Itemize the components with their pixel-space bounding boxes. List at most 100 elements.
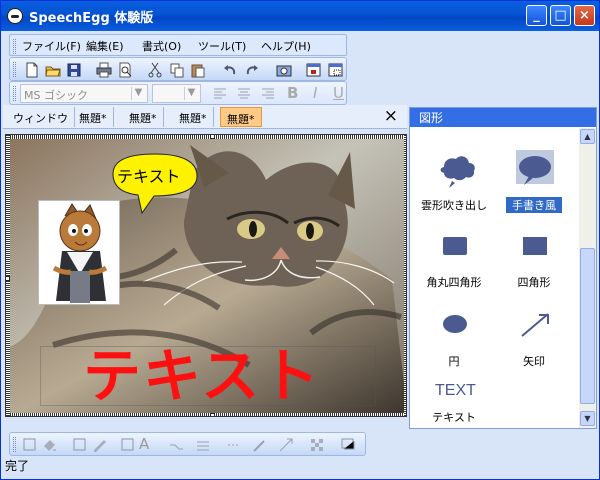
- format-toolbar-grip[interactable]: [13, 86, 16, 101]
- print-preview-icon[interactable]: [117, 62, 133, 78]
- shape-handwritten-balloon[interactable]: 手書き風: [496, 150, 572, 226]
- editing-canvas[interactable]: テキスト テキスト: [5, 134, 407, 417]
- align-right-icon[interactable]: [260, 86, 276, 102]
- top-resize-handle[interactable]: [210, 135, 215, 139]
- canvas-selection-border-right: [404, 135, 406, 416]
- minimize-button[interactable]: _: [526, 5, 547, 26]
- connector-icon[interactable]: [168, 437, 184, 453]
- shape-text-label: テキスト: [432, 411, 476, 424]
- shape-cloud-balloon[interactable]: 雲形吹き出し: [416, 150, 492, 226]
- canvas-selection-border-bottom: [6, 413, 406, 416]
- font-family-value: MS ゴシック: [24, 89, 88, 102]
- shape-rounded-rectangle[interactable]: 角丸四角形: [416, 227, 492, 303]
- arrow-style-icon[interactable]: [278, 437, 294, 453]
- shape-rectangle-label: 四角形: [517, 276, 551, 289]
- tab-untitled-2[interactable]: 無題*: [123, 107, 164, 127]
- application-window: SpeechEgg 体験版 _ □ × ファイル(F) 編集(E) 書式(O) …: [0, 0, 600, 480]
- shape-arrow[interactable]: 矢印: [496, 306, 572, 382]
- shape-cloud-balloon-label: 雲形吹き出し: [421, 199, 487, 212]
- bold-button[interactable]: B: [287, 84, 303, 102]
- ellipse-icon: [443, 315, 467, 333]
- text-color-box-icon[interactable]: [120, 437, 136, 453]
- maximize-button[interactable]: □: [550, 5, 571, 26]
- left-resize-handle[interactable]: [6, 276, 10, 281]
- undo-icon[interactable]: [222, 62, 238, 78]
- italic-button[interactable]: I: [313, 84, 329, 102]
- close-tab-icon[interactable]: ×: [384, 106, 398, 126]
- scrollbar-thumb[interactable]: [580, 248, 595, 404]
- character-sticker[interactable]: [38, 200, 120, 305]
- large-text-overlay[interactable]: テキスト: [83, 346, 321, 406]
- cut-icon[interactable]: [147, 62, 163, 78]
- new-file-icon[interactable]: [24, 62, 40, 78]
- menu-bar: ファイル(F) 編集(E) 書式(O) ツール(T) ヘルプ(H): [9, 34, 347, 56]
- standard-toolbar: [9, 57, 347, 81]
- line-style-icon[interactable]: [195, 437, 211, 453]
- tab-untitled-active[interactable]: 無題*: [220, 107, 262, 127]
- canvas-selection-border-top: [6, 135, 406, 139]
- menu-grip[interactable]: [13, 39, 16, 54]
- open-folder-icon[interactable]: [45, 62, 61, 78]
- menu-format[interactable]: 書式(O): [142, 38, 181, 54]
- paste-icon[interactable]: [190, 62, 206, 78]
- menu-help[interactable]: ヘルプ(H): [261, 38, 311, 54]
- tab-untitled-1[interactable]: 無題*: [73, 107, 114, 127]
- font-color-icon[interactable]: A: [139, 435, 155, 453]
- toolbar-grip[interactable]: [13, 62, 16, 77]
- shape-arrow-label: 矢印: [523, 355, 545, 368]
- shape-text[interactable]: TEXT テキスト: [416, 380, 492, 456]
- speech-bubble-text[interactable]: テキスト: [117, 163, 181, 187]
- shape-rectangle[interactable]: 四角形: [496, 227, 572, 303]
- shape-handwritten-balloon-label: 手書き風: [506, 197, 562, 213]
- pattern-icon[interactable]: [309, 437, 325, 453]
- print-icon[interactable]: [96, 62, 112, 78]
- redo-icon[interactable]: [244, 62, 260, 78]
- drawing-toolbar-grip[interactable]: [13, 437, 16, 452]
- align-center-icon[interactable]: [236, 86, 252, 102]
- scroll-up-icon[interactable]: ▲: [580, 129, 595, 144]
- tab-window[interactable]: ウィンドウ: [7, 107, 75, 127]
- align-left-icon[interactable]: [212, 86, 228, 102]
- menu-tools[interactable]: ツール(T): [198, 38, 246, 54]
- handwritten-balloon-icon: [516, 150, 554, 185]
- shape-panel-scrollbar[interactable]: ▲ ▼: [579, 128, 596, 428]
- tab-untitled-3[interactable]: 無題*: [173, 107, 214, 127]
- status-bar: 完了: [5, 457, 595, 475]
- menu-edit[interactable]: 編集(E): [86, 38, 124, 54]
- save-icon[interactable]: [66, 62, 82, 78]
- rectangle-icon: [523, 237, 547, 255]
- copy-icon[interactable]: [169, 62, 185, 78]
- select-shape-icon[interactable]: [22, 437, 38, 453]
- fill-color-icon[interactable]: [41, 437, 57, 453]
- font-size-select[interactable]: ▼: [152, 84, 201, 103]
- dash-style-icon[interactable]: [226, 437, 242, 453]
- shape-ellipse-label: 円: [448, 355, 460, 368]
- cat-samurai-character-icon: [52, 203, 108, 303]
- line-color-icon[interactable]: [72, 437, 88, 453]
- text-shape-preview: TEXT: [435, 382, 476, 399]
- font-size-dropdown-icon: ▼: [184, 87, 198, 100]
- pen-icon[interactable]: [91, 437, 107, 453]
- shadow-icon[interactable]: [340, 437, 356, 453]
- pencil-icon[interactable]: [252, 437, 268, 453]
- region-capture-icon[interactable]: [328, 62, 344, 78]
- format-toolbar: MS ゴシック ▼ ▼ B I U: [9, 81, 347, 105]
- capture-image-icon[interactable]: [276, 62, 292, 78]
- arrow-icon: [521, 313, 549, 337]
- close-button[interactable]: ×: [574, 5, 595, 26]
- document-tabs: ウィンドウ 無題* 無題* 無題* 無題* ×: [3, 105, 407, 129]
- font-family-select[interactable]: MS ゴシック ▼: [20, 84, 148, 103]
- bottom-resize-handle[interactable]: [210, 413, 215, 416]
- app-icon: [7, 8, 23, 24]
- rounded-rectangle-icon: [443, 237, 467, 255]
- title-bar[interactable]: SpeechEgg 体験版 _ □ ×: [1, 1, 599, 31]
- font-family-dropdown-icon: ▼: [131, 87, 145, 100]
- shape-ellipse[interactable]: 円: [416, 306, 492, 382]
- window-capture-icon[interactable]: [306, 62, 322, 78]
- cloud-balloon-icon: [440, 156, 475, 188]
- scroll-down-icon[interactable]: ▼: [580, 411, 595, 426]
- underline-button[interactable]: U: [333, 84, 349, 102]
- shape-panel-title: 図形: [410, 108, 596, 127]
- menu-file[interactable]: ファイル(F): [22, 38, 81, 54]
- shape-panel: 図形 雲形吹き出し 手書き風 角丸四角形 四角形 円 矢印 TEXT テキスト: [409, 107, 597, 429]
